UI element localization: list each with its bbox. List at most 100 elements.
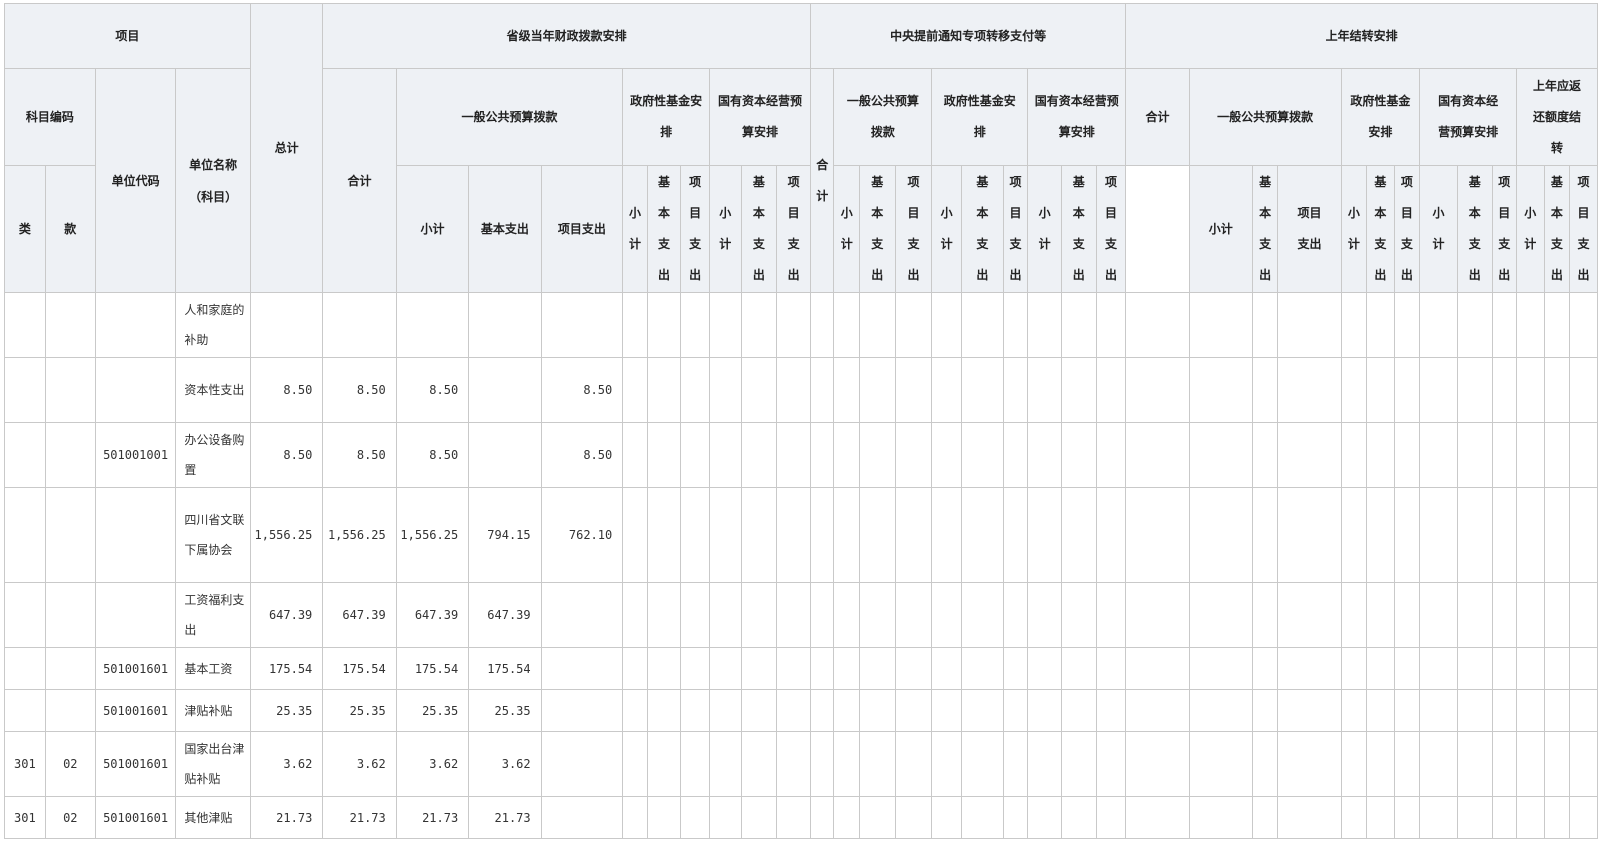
header-a-general-budget: 一般公共预算拨款 [395,68,624,166]
empty-cell [809,796,835,839]
header-a-gf-subtotal: 小计 [622,165,648,293]
empty-cell [894,357,933,423]
header-b-state-capital: 国有资本经营预算安排 [1027,68,1127,166]
empty-cell [708,731,742,797]
empty-cell [1340,357,1368,423]
empty-cell [894,292,933,358]
empty-cell [1366,422,1395,488]
total-cell: 3.62 [249,731,324,797]
header-a-sc-basic: 基本支出 [740,165,778,293]
empty-cell [1060,487,1097,583]
empty-cell [960,731,1004,797]
empty-cell [776,647,811,690]
section-cell [44,582,96,648]
total-cell: 647.39 [249,582,324,648]
category-cell [4,292,46,358]
empty-cell [1125,357,1190,423]
empty-cell [1251,647,1279,690]
header-c-gb-project: 项目支出 [1277,165,1342,293]
header-category: 类 [4,165,46,293]
empty-cell [1569,731,1598,797]
empty-cell [1491,292,1518,358]
empty-cell [622,422,648,488]
header-group-central: 中央提前通知专项转移支付等 [809,3,1127,69]
section-cell [44,487,96,583]
empty-cell [622,357,648,423]
empty-cell [1340,647,1368,690]
header-c-pr-project: 项目支出 [1569,165,1598,293]
empty-cell [646,357,682,423]
header-a-gov-fund: 政府性基金安排 [622,68,710,166]
header-a-project: 项目支出 [540,165,624,293]
empty-cell [833,422,860,488]
unit-name-cell: 工资福利支出 [175,582,251,648]
project-cell: 8.50 [540,357,624,423]
empty-cell [646,292,682,358]
empty-cell [1393,796,1421,839]
empty-cell [809,487,835,583]
header-b-general-budget: 一般公共预算拨款 [833,68,933,166]
empty-cell [1569,689,1598,732]
empty-cell [858,647,896,690]
project-cell [540,647,624,690]
basic-cell: 21.73 [468,796,542,839]
header-b-gb-subtotal: 小计 [833,165,860,293]
empty-cell [1027,582,1062,648]
basic-cell [468,422,542,488]
empty-cell [833,582,860,648]
empty-cell [809,357,835,423]
empty-cell [1251,357,1279,423]
empty-cell [1366,731,1395,797]
empty-cell [740,422,778,488]
section-cell [44,422,96,488]
empty-cell [960,357,1004,423]
empty-cell [1095,422,1127,488]
empty-cell [776,689,811,732]
table-body: 人和家庭的补助 资本性支出 8.50 8.50 8.50 8.50 501001001 办公设… [4,292,1598,839]
empty-cell [833,796,860,839]
empty-cell [1060,796,1097,839]
unit-name-cell: 国家出台津贴补贴 [175,731,251,797]
empty-cell [1002,647,1029,690]
empty-cell [1340,689,1368,732]
empty-cell [931,487,962,583]
empty-cell [1393,582,1421,648]
empty-cell [1002,796,1029,839]
header-c-gf-project: 项目支出 [1393,165,1421,293]
header-c-heji-empty [1125,165,1190,293]
subtotal-cell: 21.73 [395,796,470,839]
empty-cell [931,292,962,358]
empty-cell [708,357,742,423]
subtotal-cell: 8.50 [395,422,470,488]
header-c-sc-subtotal: 小计 [1419,165,1458,293]
empty-cell [1060,357,1097,423]
header-c-gb-subtotal: 小计 [1188,165,1253,293]
empty-cell [833,357,860,423]
empty-cell [740,487,778,583]
empty-cell [1516,796,1545,839]
header-a-subtotal: 小计 [395,165,470,293]
empty-cell [1340,292,1368,358]
empty-cell [708,796,742,839]
empty-cell [1543,689,1571,732]
empty-cell [858,422,896,488]
unit-name-cell: 资本性支出 [175,357,251,423]
heji-cell: 3.62 [322,731,397,797]
empty-cell [1393,292,1421,358]
empty-cell [1491,647,1518,690]
empty-cell [1543,731,1571,797]
empty-cell [1277,422,1342,488]
empty-cell [894,731,933,797]
header-total: 总计 [249,3,324,293]
unit-code-cell: 501001601 [94,647,177,690]
empty-cell [931,582,962,648]
project-cell [540,731,624,797]
empty-cell [1456,647,1493,690]
empty-cell [740,689,778,732]
table-row: 501001001 办公设备购置 8.50 8.50 8.50 8.50 [4,422,1598,488]
header-b-heji: 合计 [809,68,835,293]
empty-cell [1543,582,1571,648]
category-cell [4,689,46,732]
empty-cell [1095,582,1127,648]
subtotal-cell: 25.35 [395,689,470,732]
